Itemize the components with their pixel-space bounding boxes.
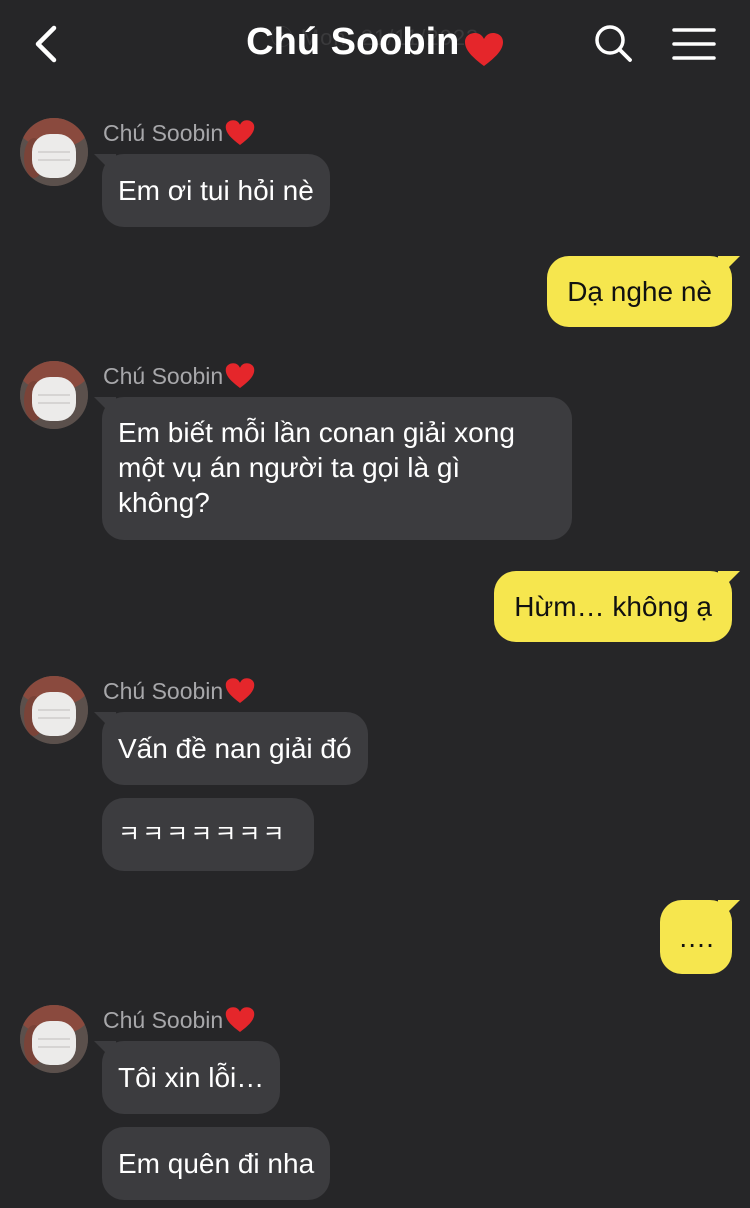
sender-name-text: Chú Soobin [103,678,224,704]
red-heart-icon [225,363,255,388]
sender-name: Chú Soobin [103,117,255,149]
page-title: Chú Soobin [246,21,460,63]
incoming-message-bubble[interactable]: Em quên đi nha [102,1127,331,1200]
incoming-message-bubble[interactable]: Em ơi tui hỏi nè [102,154,330,227]
avatar-photo [20,118,88,186]
avatar[interactable] [20,676,88,744]
incoming-message-bubble[interactable]: ㅋㅋㅋㅋㅋㅋㅋ [102,798,314,871]
avatar[interactable] [20,361,88,429]
message-text: Dạ nghe nè [567,276,712,307]
outgoing-message-bubble[interactable]: …. [660,900,732,974]
search-button[interactable] [592,22,636,66]
sender-name: Chú Soobin [103,675,255,707]
menu-button[interactable] [672,24,716,64]
sender-name-text: Chú Soobin [103,120,224,146]
red-heart-icon [225,1007,255,1032]
red-heart-icon [225,678,255,703]
chat-header: ⓢ Mon, 21/11/2023 Chú Soobin [0,0,750,88]
search-icon [595,25,632,62]
message-text: ㅋㅋㅋㅋㅋㅋㅋ [118,821,287,848]
avatar-photo [20,361,88,429]
avatar-photo [20,1005,88,1073]
red-heart-icon [225,120,255,145]
outgoing-message-bubble[interactable]: Hừm… không ạ [494,571,732,642]
message-text-line: một vụ án người ta gọi là gì [118,452,461,483]
hamburger-menu-icon [672,28,716,60]
message-text: Em quên đi nha [118,1148,315,1179]
avatar[interactable] [20,118,88,186]
avatar[interactable] [20,1005,88,1073]
avatar-photo [20,676,88,744]
incoming-message-bubble[interactable]: Em biết mỗi lần conan giải xong một vụ á… [102,397,572,540]
message-text-line: Em biết mỗi lần conan giải xong [118,417,515,448]
chat-title: Chú Soobin [0,16,750,72]
incoming-message-bubble[interactable]: Vấn đề nan giải đó [102,712,368,785]
sender-name: Chú Soobin [103,360,255,392]
sender-name-text: Chú Soobin [103,363,224,389]
incoming-message-bubble[interactable]: Tôi xin lỗi… [102,1041,281,1114]
message-text-line: không? [118,487,210,518]
message-text: Tôi xin lỗi… [118,1062,265,1093]
sender-name: Chú Soobin [103,1004,255,1036]
message-text: Hừm… không ạ [514,591,712,622]
message-text: Vấn đề nan giải đó [118,733,352,764]
sender-name-text: Chú Soobin [103,1007,224,1033]
red-heart-icon [464,32,503,66]
message-text: …. [678,922,714,953]
message-text: Em ơi tui hỏi nè [118,175,314,206]
outgoing-message-bubble[interactable]: Dạ nghe nè [547,256,732,327]
